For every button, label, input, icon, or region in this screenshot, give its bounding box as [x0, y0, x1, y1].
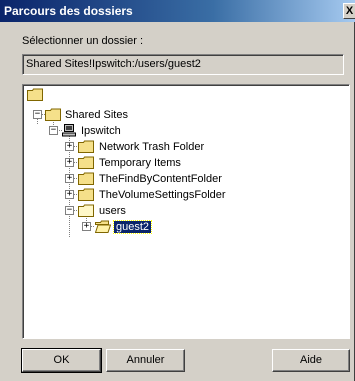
ok-button[interactable]: OK: [21, 348, 102, 373]
folder-tree[interactable]: − Shared Sites − Ipswitch + Network Tras…: [22, 84, 350, 339]
collapse-icon[interactable]: −: [65, 206, 74, 215]
tree-node-label: Shared Sites: [65, 109, 128, 121]
folder-icon: [27, 88, 43, 101]
tree-node-label-selected: guest2: [112, 220, 153, 234]
tree-node-label: Ipswitch: [81, 125, 121, 137]
selected-path-field: Shared Sites!Ipswitch:/users/guest2: [22, 54, 344, 75]
help-button[interactable]: Aide: [272, 349, 350, 372]
expand-icon[interactable]: +: [65, 174, 74, 183]
folder-icon: [45, 108, 61, 121]
tree-node-label: Temporary Items: [99, 157, 181, 169]
tree-node-label: TheVolumeSettingsFolder: [99, 189, 226, 201]
tree-node-label: users: [99, 205, 126, 217]
cancel-button[interactable]: Annuler: [106, 349, 185, 372]
expand-icon[interactable]: +: [65, 142, 74, 151]
tree-node-label: TheFindByContentFolder: [99, 173, 222, 185]
collapse-icon[interactable]: −: [33, 110, 42, 119]
browse-folder-dialog: Parcours des dossiers X Sélectionner un …: [0, 0, 355, 381]
folder-icon: [78, 204, 94, 217]
tree-node-label: Network Trash Folder: [99, 141, 205, 153]
computer-icon: [62, 124, 76, 137]
select-folder-label: Sélectionner un dossier :: [22, 35, 144, 47]
folder-icon: [78, 172, 94, 185]
expand-icon[interactable]: +: [65, 190, 74, 199]
collapse-icon[interactable]: −: [49, 126, 58, 135]
title-bar[interactable]: Parcours des dossiers X: [0, 0, 355, 22]
expand-icon[interactable]: +: [65, 158, 74, 167]
close-icon: X: [345, 5, 354, 17]
dialog-title: Parcours des dossiers: [4, 4, 133, 18]
open-folder-icon: [95, 220, 111, 233]
close-button[interactable]: X: [343, 3, 355, 19]
folder-icon: [78, 156, 94, 169]
folder-icon: [78, 140, 94, 153]
expand-icon[interactable]: +: [82, 222, 91, 231]
folder-icon: [78, 188, 94, 201]
